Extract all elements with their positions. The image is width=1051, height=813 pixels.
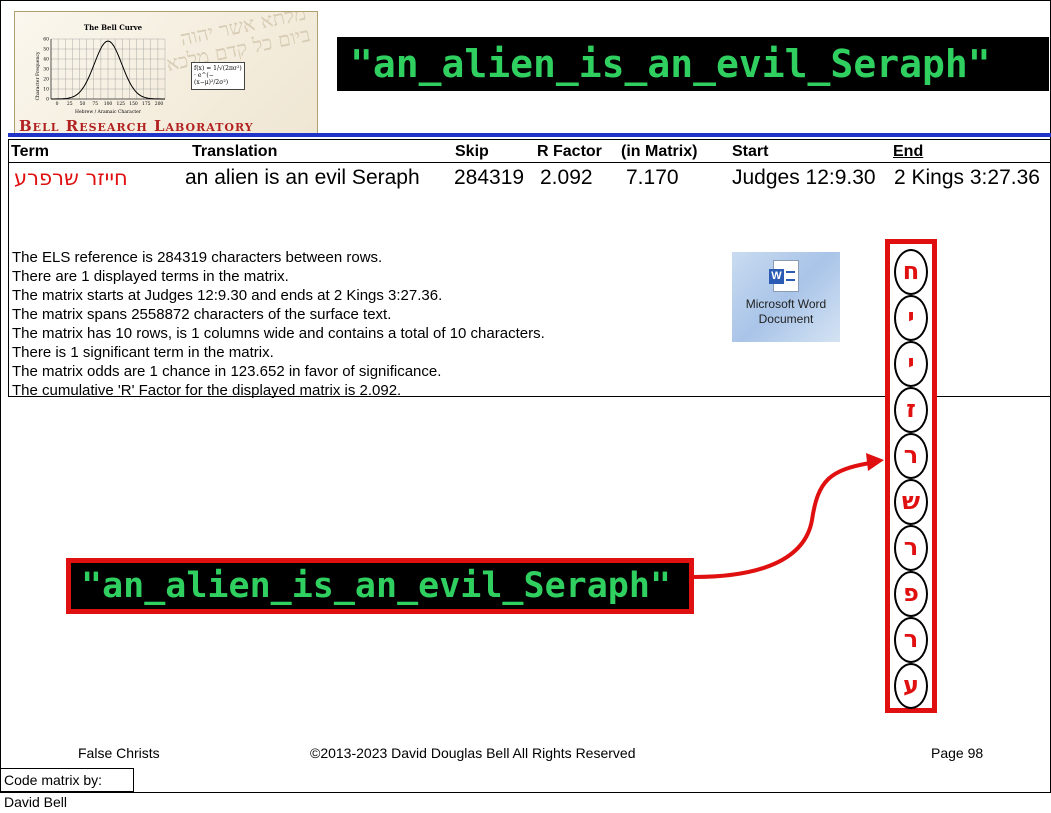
matrix-letter: י	[894, 341, 928, 387]
matrix-letter: ז	[894, 387, 928, 433]
code-matrix: ח י י ז ר ש ר פ ר ע	[885, 239, 937, 713]
matrix-letter: ר	[894, 617, 928, 663]
matrix-letter: פ	[894, 571, 928, 617]
footer-title: False Christs	[78, 745, 160, 761]
matrix-letter: ר	[894, 433, 928, 479]
matrix-letter: י	[894, 295, 928, 341]
footer-page-number: Page 98	[931, 745, 984, 761]
matrix-letter: ש	[894, 479, 928, 525]
footer-copyright: ©2013-2023 David Douglas Bell All Rights…	[310, 745, 636, 761]
credit-label: Code matrix by: David Bell	[0, 768, 134, 810]
matrix-letter: ח	[894, 249, 928, 295]
matrix-letter: ר	[894, 525, 928, 571]
callout-banner: "an_alien_is_an_evil_Seraph"	[66, 558, 694, 614]
matrix-letter: ע	[894, 663, 928, 709]
